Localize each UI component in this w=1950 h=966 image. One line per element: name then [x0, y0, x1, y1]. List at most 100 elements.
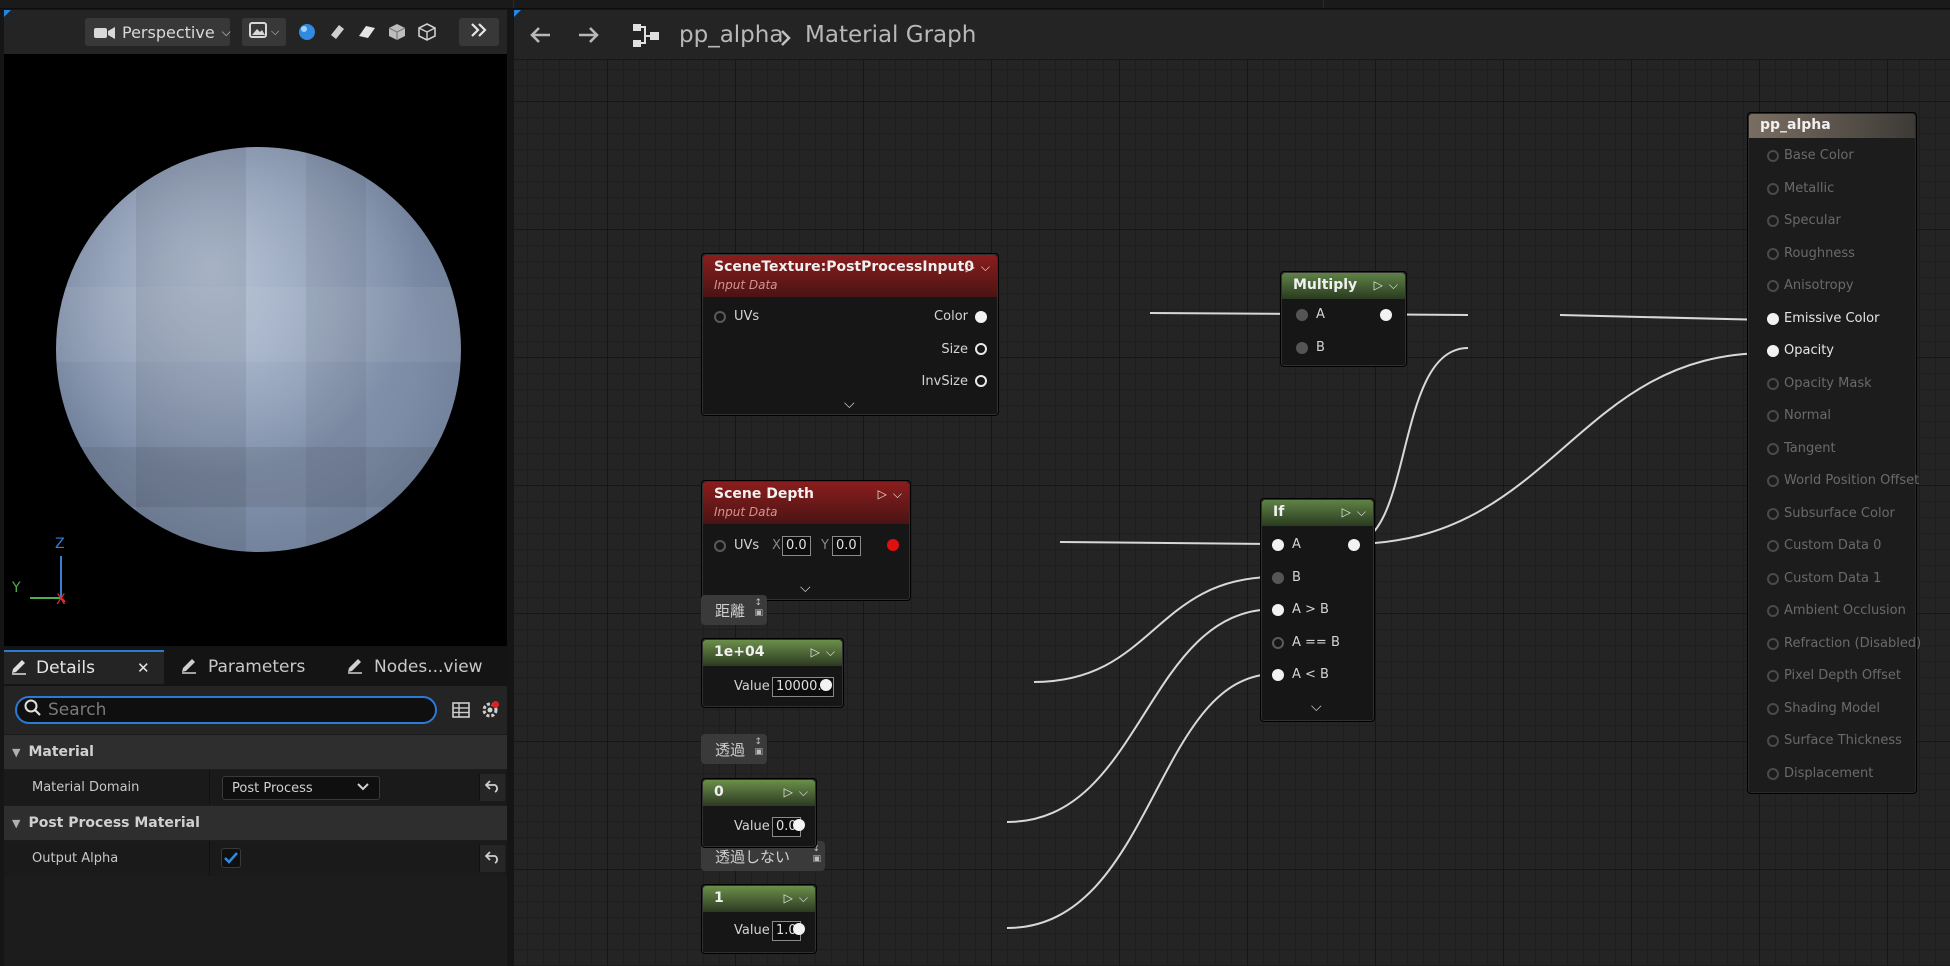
uvs-input-pin[interactable] [714, 540, 726, 552]
preview-plane-icon[interactable] [357, 22, 377, 42]
expand-node-chevron-icon[interactable]: ⌵ [1311, 699, 1322, 715]
output-input-pin[interactable] [1767, 410, 1779, 422]
preview-cube-icon[interactable] [387, 22, 407, 42]
constant-output-pin[interactable] [793, 923, 805, 935]
if-output-pin[interactable] [1348, 539, 1360, 551]
preview-toggle-icon[interactable]: ▷ [784, 891, 793, 906]
output-input-pin[interactable] [1767, 475, 1779, 487]
reset-to-default-button[interactable] [479, 845, 505, 872]
if-agtb-input-pin[interactable] [1272, 604, 1284, 616]
output-pin-row[interactable]: Custom Data 1 [1748, 569, 1918, 589]
material-domain-dropdown[interactable]: Post Process [222, 776, 380, 800]
uvs-input-pin[interactable] [714, 311, 726, 323]
output-input-pin[interactable] [1767, 605, 1779, 617]
if-node[interactable]: If ▷ ⌵ A B A > B A == B A < B ⌵ [1260, 498, 1375, 722]
if-aeqb-input-pin[interactable] [1272, 637, 1284, 649]
preview-viewport[interactable]: Perspective ⌵ ⌵ Z Y X [4, 10, 507, 646]
constant-zero-node[interactable]: 0 ▷ ⌵ Value 0.0 [701, 778, 817, 848]
output-input-pin[interactable] [1767, 247, 1779, 260]
x-value-field[interactable]: 0.0 [782, 536, 811, 556]
output-input-pin[interactable] [1767, 215, 1779, 227]
output-pin-row[interactable]: Surface Thickness [1748, 731, 1918, 751]
output-pin-row[interactable]: Emissive Color [1748, 309, 1918, 329]
tab-details[interactable]: Details ✕ [4, 650, 164, 684]
output-input-pin[interactable] [1767, 377, 1779, 390]
scene-texture-node[interactable]: SceneTexture:PostProcessInput0 Input Dat… [701, 253, 999, 416]
size-output-pin[interactable] [975, 343, 987, 355]
output-input-pin[interactable] [1767, 670, 1779, 682]
output-input-pin[interactable] [1767, 767, 1779, 780]
material-output-node[interactable]: pp_alpha Base Color Metallic Specular Rough… [1747, 112, 1921, 794]
output-input-pin[interactable] [1767, 280, 1779, 292]
output-input-pin[interactable] [1767, 702, 1779, 715]
constant-output-pin[interactable] [820, 679, 832, 691]
output-input-pin[interactable] [1767, 637, 1779, 650]
chevron-down-icon[interactable]: ⌵ [826, 645, 835, 660]
output-input-pin[interactable] [1767, 540, 1779, 552]
chevron-down-icon[interactable]: ⌵ [799, 785, 808, 800]
scene-depth-node[interactable]: Scene Depth Input Data ▷ ⌵ UVs X 0.0 Y 0… [701, 480, 911, 601]
settings-gear-icon[interactable] [480, 700, 500, 724]
section-post-process-material[interactable]: ▼ Post Process Material [4, 806, 507, 840]
comment-distance[interactable]: 距離 ↕ ▣ [701, 595, 767, 625]
output-input-pin[interactable] [1767, 572, 1779, 585]
output-pin-row[interactable]: Custom Data 0 [1748, 536, 1918, 556]
output-pin-row[interactable]: Ambient Occlusion [1748, 601, 1918, 621]
y-value-field[interactable]: 0.0 [832, 536, 861, 556]
expand-node-chevron-icon[interactable]: ⌵ [800, 580, 811, 596]
output-input-pin[interactable] [1767, 150, 1779, 162]
output-pin-row[interactable]: Displacement [1748, 764, 1918, 784]
chevron-down-icon[interactable]: ⌵ [893, 487, 902, 502]
if-b-input-pin[interactable] [1272, 572, 1284, 584]
output-pin-row[interactable]: Opacity Mask [1748, 374, 1918, 394]
output-pin-row[interactable]: World Position Offset [1748, 471, 1919, 491]
multiply-output-pin[interactable] [1380, 309, 1392, 321]
color-output-pin[interactable] [975, 311, 987, 323]
table-view-icon[interactable] [452, 701, 470, 723]
output-pin-row[interactable]: Shading Model [1748, 699, 1918, 719]
output-pin-row[interactable]: Roughness [1748, 244, 1918, 264]
tab-nodes-view[interactable]: Nodes...view [340, 650, 505, 684]
tab-parameters[interactable]: Parameters [174, 650, 334, 684]
preview-toggle-icon[interactable]: ▷ [966, 260, 975, 275]
output-input-pin[interactable] [1767, 442, 1779, 455]
multiply-a-input-pin[interactable] [1296, 309, 1308, 321]
output-pin-row[interactable]: Tangent [1748, 439, 1918, 459]
preview-cylinder-icon[interactable] [327, 22, 347, 42]
preview-toggle-icon[interactable]: ▷ [811, 645, 820, 660]
if-a-input-pin[interactable] [1272, 539, 1284, 551]
chevron-down-icon[interactable]: ⌵ [799, 891, 808, 906]
output-pin-row[interactable]: Specular [1748, 211, 1918, 231]
if-altb-input-pin[interactable] [1272, 669, 1284, 681]
close-icon[interactable]: ✕ [137, 659, 150, 677]
preview-custom-mesh-icon[interactable] [417, 22, 437, 42]
material-graph-canvas[interactable]: pp_alpha Material Graph SceneTexture:Pos… [514, 10, 1950, 966]
output-input-pin[interactable] [1767, 345, 1779, 357]
output-pin-row[interactable]: Metallic [1748, 179, 1918, 199]
output-pin-row[interactable]: Refraction (Disabled) [1748, 634, 1921, 654]
pin-comment-icon[interactable]: ↕ ▣ [754, 598, 763, 618]
output-input-pin[interactable] [1767, 182, 1779, 195]
output-pin-row[interactable]: Base Color [1748, 146, 1918, 166]
output-input-pin[interactable] [1767, 312, 1779, 325]
output-pin-row[interactable]: Opacity [1748, 341, 1918, 361]
preview-toggle-icon[interactable]: ▷ [878, 487, 887, 502]
output-pin-row[interactable]: Anisotropy [1748, 276, 1918, 296]
output-alpha-checkbox[interactable] [221, 848, 241, 868]
output-pin-row[interactable]: Subsurface Color [1748, 504, 1918, 524]
depth-output-pin[interactable] [887, 539, 899, 551]
output-pin-row[interactable]: Normal [1748, 406, 1918, 426]
search-input[interactable] [48, 700, 418, 720]
constant-one-node[interactable]: 1 ▷ ⌵ Value 1.0 [701, 884, 817, 954]
pin-comment-icon[interactable]: ↕ ▣ [754, 737, 763, 757]
preview-toggle-icon[interactable]: ▷ [1374, 278, 1383, 293]
chevron-down-icon[interactable]: ⌵ [1389, 278, 1398, 293]
output-pin-row[interactable]: Pixel Depth Offset [1748, 666, 1918, 686]
reset-to-default-button[interactable] [479, 774, 505, 801]
constant-output-pin[interactable] [793, 819, 805, 831]
details-search-box[interactable] [15, 696, 437, 724]
perspective-dropdown[interactable]: Perspective ⌵ [85, 18, 231, 46]
chevron-down-icon[interactable]: ⌵ [1357, 505, 1366, 520]
chevron-down-icon[interactable]: ⌵ [981, 260, 990, 275]
preview-sphere-icon[interactable] [297, 22, 317, 42]
